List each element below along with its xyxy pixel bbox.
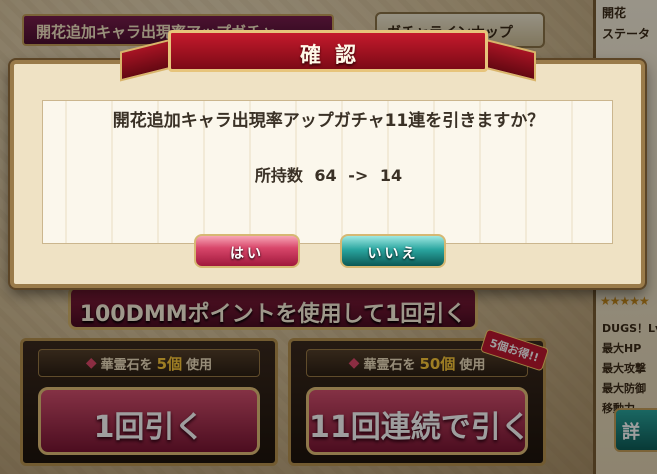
- dialog-message: 開花追加キャラ出現率アップガチャ11連を引きますか？: [112, 111, 545, 131]
- no-button[interactable]: いいえ: [340, 234, 446, 268]
- dialog-title: 確認: [168, 30, 488, 72]
- possession-line: 所持数 64 -> 14: [0, 162, 657, 186]
- yes-button[interactable]: はい: [194, 234, 300, 268]
- possession-arrow: ->: [348, 166, 369, 185]
- possession-label: 所持数: [254, 166, 303, 185]
- possession-after: 14: [379, 166, 403, 185]
- possession-before: 64: [314, 166, 337, 185]
